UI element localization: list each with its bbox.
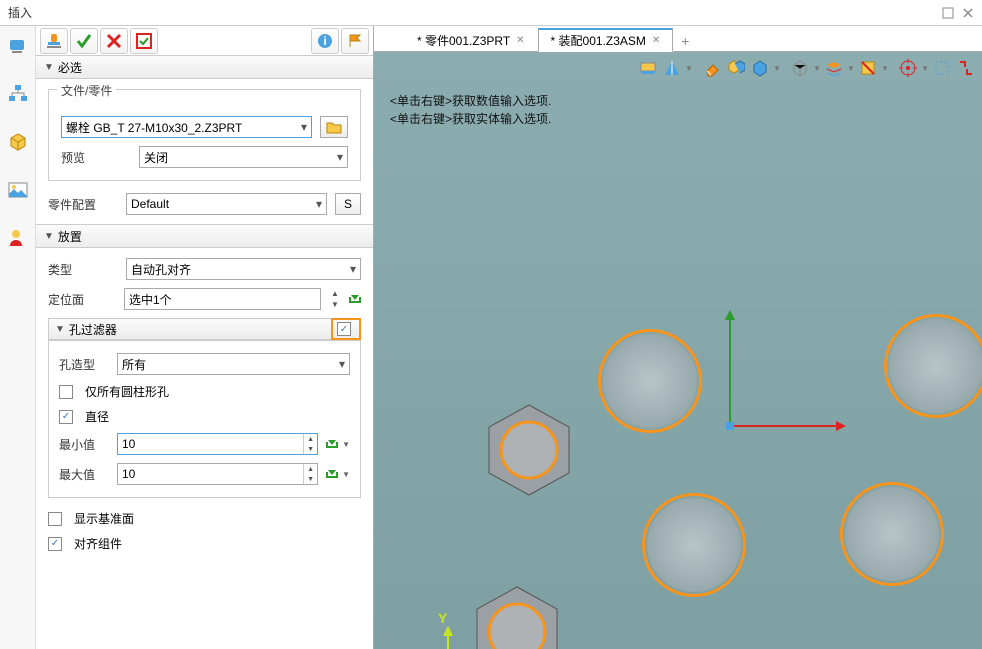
- diameter-label: 直径: [85, 408, 109, 425]
- min-value-input[interactable]: ▲▼: [117, 433, 318, 455]
- max-apply-icon[interactable]: ▼: [326, 470, 350, 479]
- vt-cube-wire-icon[interactable]: [788, 56, 812, 80]
- disc-4: [889, 319, 982, 413]
- show-datum-checkbox[interactable]: [48, 512, 62, 526]
- tab-assembly[interactable]: * 装配001.Z3ASM ✕: [538, 28, 674, 52]
- part-config-label: 零件配置: [48, 196, 118, 213]
- origin-axes: [710, 306, 850, 446]
- face-updown[interactable]: ▲▼: [327, 288, 343, 310]
- max-label: 最大值: [59, 466, 109, 483]
- collapse-icon: ▼: [55, 324, 65, 335]
- ok-button[interactable]: [70, 28, 98, 54]
- part-config-select[interactable]: Default: [126, 193, 327, 215]
- chevron-down-icon[interactable]: ▼: [772, 64, 782, 73]
- vt-cube-blue-icon[interactable]: [748, 56, 772, 80]
- insert-panel: i ▼ 必选 文件/零件 螺栓 GB_T 27-M10x30_2.Z3PRT 预…: [36, 26, 374, 649]
- hole-filter-header[interactable]: ▼ 孔过滤器: [48, 318, 331, 340]
- disc-2: [647, 498, 741, 592]
- hole-filter-enable[interactable]: [331, 318, 361, 340]
- file-group-label: 文件/零件: [57, 82, 116, 99]
- section-placement-header[interactable]: ▼ 放置: [36, 224, 373, 248]
- min-label: 最小值: [59, 436, 109, 453]
- file-select[interactable]: 螺栓 GB_T 27-M10x30_2.Z3PRT: [61, 116, 312, 138]
- info-icon[interactable]: i: [311, 28, 339, 54]
- hint-text: <单击右键>获取数值输入选项. <单击右键>获取实体输入选项.: [390, 92, 551, 128]
- mini-axes: [440, 624, 480, 649]
- close-icon[interactable]: ✕: [652, 35, 660, 46]
- hole-filter-checkbox[interactable]: [337, 322, 351, 336]
- tab-part[interactable]: * 零件001.Z3PRT ✕: [404, 28, 538, 52]
- add-tab-button[interactable]: +: [675, 31, 695, 51]
- face-label: 定位面: [48, 291, 118, 308]
- iconbar-user-icon[interactable]: [6, 226, 30, 250]
- s-button[interactable]: S: [335, 193, 361, 215]
- bolt-hex-1: [479, 400, 579, 500]
- vt-section-icon[interactable]: [856, 56, 880, 80]
- preview-label: 预览: [61, 149, 131, 166]
- iconbar-tree-icon[interactable]: [6, 34, 30, 58]
- hole-type-select[interactable]: 所有: [117, 353, 350, 375]
- disc-3: [845, 487, 939, 581]
- chevron-down-icon[interactable]: ▼: [920, 64, 930, 73]
- panel-title: 插入: [6, 4, 32, 21]
- align-components-label: 对齐组件: [74, 535, 122, 552]
- iconbar-image-icon[interactable]: [6, 178, 30, 202]
- minimize-icon[interactable]: [940, 5, 956, 21]
- vt-pyramid-icon[interactable]: [660, 56, 684, 80]
- bolt-hex-2: [467, 582, 567, 649]
- vt-boxes-icon[interactable]: [724, 56, 748, 80]
- min-apply-icon[interactable]: ▼: [326, 440, 350, 449]
- chevron-down-icon[interactable]: ▼: [812, 64, 822, 73]
- svg-text:i: i: [323, 34, 326, 48]
- viewport-toolbar: ▼ ▼ ▼ ▼ ▼ ▼: [636, 56, 978, 80]
- show-datum-label: 显示基准面: [74, 510, 134, 527]
- type-select[interactable]: 自动孔对齐: [126, 258, 361, 280]
- canvas-3d[interactable]: <单击右键>获取数值输入选项. <单击右键>获取实体输入选项.: [374, 52, 982, 649]
- max-value-input[interactable]: ▲▼: [117, 463, 318, 485]
- apply-button[interactable]: [130, 28, 158, 54]
- close-panel-icon[interactable]: [960, 5, 976, 21]
- chevron-down-icon[interactable]: ▼: [880, 64, 890, 73]
- chevron-down-icon[interactable]: ▼: [846, 64, 856, 73]
- face-apply-icon[interactable]: [349, 295, 361, 303]
- preview-select[interactable]: 关闭: [139, 146, 348, 168]
- section-required-header[interactable]: ▼ 必选: [36, 55, 373, 79]
- type-label: 类型: [48, 261, 118, 278]
- chevron-down-icon[interactable]: ▼: [684, 64, 694, 73]
- iconbar-hierarchy-icon[interactable]: [6, 82, 30, 106]
- iconbar-box-icon[interactable]: [6, 130, 30, 154]
- only-cylindrical-checkbox[interactable]: [59, 385, 73, 399]
- document-tabs: * 零件001.Z3PRT ✕ * 装配001.Z3ASM ✕ +: [374, 26, 982, 52]
- browse-button[interactable]: [320, 116, 348, 138]
- diameter-checkbox[interactable]: [59, 410, 73, 424]
- vt-mode-icon[interactable]: [636, 56, 660, 80]
- face-selection[interactable]: 选中1个: [124, 288, 321, 310]
- viewport: * 零件001.Z3PRT ✕ * 装配001.Z3ASM ✕ + <单击右键>…: [374, 26, 982, 649]
- vt-layers-icon[interactable]: [822, 56, 846, 80]
- vt-eraser-icon[interactable]: [700, 56, 724, 80]
- disc-1: [603, 334, 697, 428]
- collapse-icon: ▼: [44, 62, 54, 73]
- cancel-button[interactable]: [100, 28, 128, 54]
- hole-type-label: 孔造型: [59, 356, 109, 373]
- vt-corner-icon[interactable]: [954, 56, 978, 80]
- close-icon[interactable]: ✕: [516, 35, 524, 46]
- stamp-tool-icon[interactable]: [40, 28, 68, 54]
- align-components-checkbox[interactable]: [48, 537, 62, 551]
- collapse-icon: ▼: [44, 231, 54, 242]
- only-cylindrical-label: 仅所有圆柱形孔: [85, 383, 169, 400]
- side-iconbar: [0, 26, 36, 649]
- vt-rect-select-icon[interactable]: [930, 56, 954, 80]
- vt-target-icon[interactable]: [896, 56, 920, 80]
- flag-icon[interactable]: [341, 28, 369, 54]
